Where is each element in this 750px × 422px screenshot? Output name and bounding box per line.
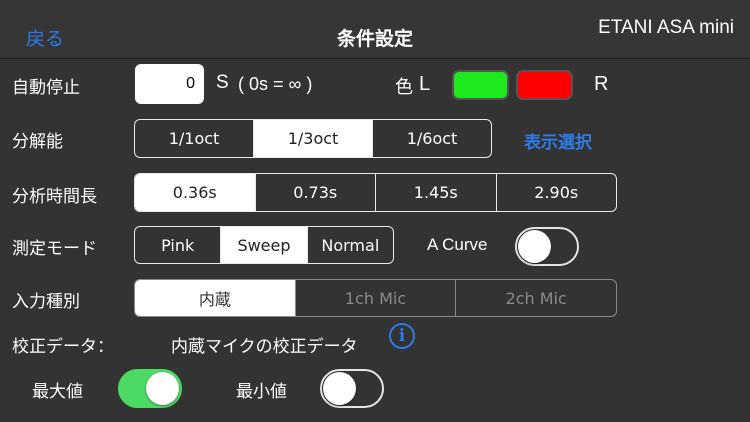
min-value-toggle[interactable] <box>320 369 384 408</box>
measure-mode-segmented-control: Pink Sweep Normal <box>134 226 394 264</box>
app-name: ETANI ASA mini <box>598 17 734 38</box>
min-value-label: 最小値 <box>236 382 287 402</box>
analysis-time-segmented-control: 0.36s 0.73s 1.45s 2.90s <box>134 173 617 212</box>
analysis-time-option-1-45s[interactable]: 1.45s <box>375 174 496 211</box>
analysis-time-option-0-73s[interactable]: 0.73s <box>254 174 376 211</box>
auto-stop-note: ( 0s = ∞ ) <box>238 74 313 94</box>
left-color-swatch[interactable] <box>452 70 509 100</box>
display-select-button[interactable]: 表示選択 <box>524 128 592 153</box>
resolution-option-1-1oct[interactable]: 1/1oct <box>135 120 253 157</box>
resolution-option-1-6oct[interactable]: 1/6oct <box>372 120 491 157</box>
measure-mode-option-pink[interactable]: Pink <box>135 227 220 263</box>
input-type-option-builtin[interactable]: 内蔵 <box>135 280 295 316</box>
calibration-label: 校正データ： <box>12 337 114 357</box>
resolution-option-1-3oct[interactable]: 1/3oct <box>253 120 372 157</box>
max-value-toggle[interactable] <box>118 369 182 408</box>
resolution-label: 分解能 <box>12 132 63 152</box>
input-type-segmented-control: 内蔵 1ch Mic 2ch Mic <box>134 279 617 317</box>
analysis-time-option-2-90s[interactable]: 2.90s <box>495 174 617 211</box>
input-type-label: 入力種別 <box>12 292 80 312</box>
auto-stop-input[interactable]: 0 <box>135 64 204 104</box>
info-icon[interactable]: i <box>389 323 415 349</box>
auto-stop-unit: S <box>216 72 229 93</box>
toggle-knob <box>323 372 356 405</box>
measure-mode-option-normal[interactable]: Normal <box>306 227 393 263</box>
measure-mode-option-sweep[interactable]: Sweep <box>220 227 307 263</box>
toggle-knob <box>518 230 551 263</box>
a-curve-toggle[interactable] <box>515 227 579 266</box>
right-channel-label: R <box>594 73 609 95</box>
measure-mode-label: 測定モード <box>12 239 97 259</box>
analysis-time-option-0-36s[interactable]: 0.36s <box>135 174 255 211</box>
color-label: 色 <box>395 77 413 98</box>
auto-stop-label: 自動停止 <box>12 78 80 98</box>
calibration-value: 内蔵マイクの校正データ <box>171 337 358 357</box>
analysis-time-label: 分析時間長 <box>12 187 97 207</box>
input-type-option-1ch-mic[interactable]: 1ch Mic <box>294 280 456 316</box>
max-value-label: 最大値 <box>32 382 83 402</box>
right-color-swatch[interactable] <box>516 70 573 100</box>
toggle-knob <box>146 372 179 405</box>
a-curve-label: A Curve <box>427 235 488 254</box>
input-type-option-2ch-mic[interactable]: 2ch Mic <box>455 280 616 316</box>
left-channel-label: L <box>419 73 431 95</box>
resolution-segmented-control: 1/1oct 1/3oct 1/6oct <box>134 119 492 158</box>
